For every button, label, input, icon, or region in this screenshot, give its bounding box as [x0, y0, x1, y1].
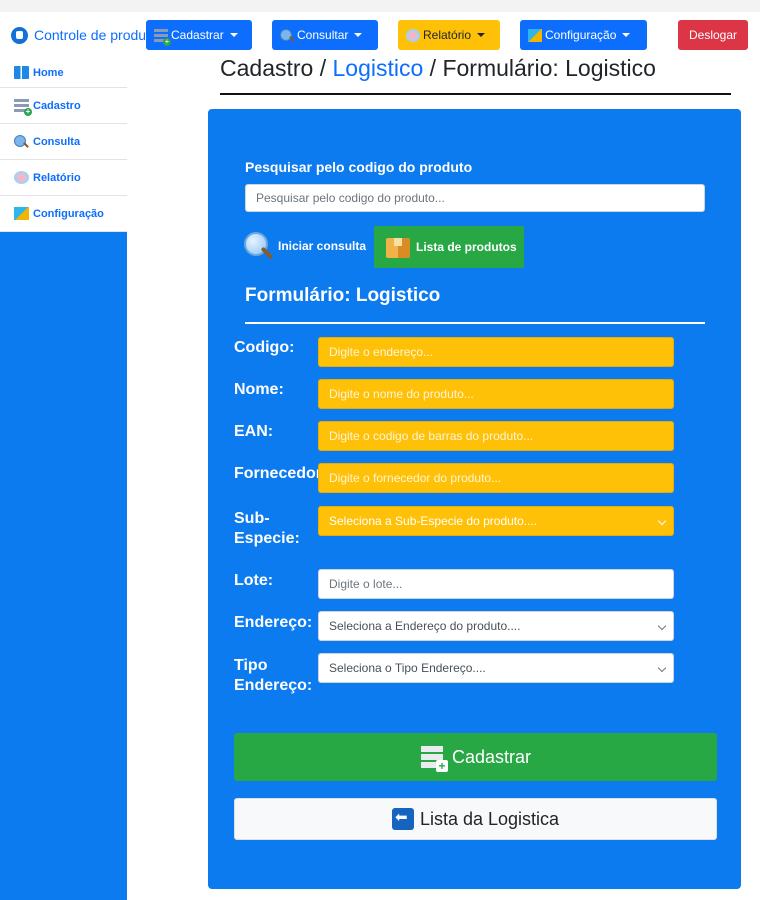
settings-icon — [528, 28, 542, 42]
configuracao-dropdown-button[interactable]: Configuração — [520, 20, 647, 50]
magnifier-icon — [14, 135, 29, 148]
caret-down-icon — [354, 33, 363, 37]
codigo-field[interactable]: Digite o endereço... — [318, 337, 674, 367]
logout-button[interactable]: Deslogar — [678, 20, 748, 50]
sidebar-item-label: Cadastro — [33, 99, 81, 112]
tipo-endereco-label-line: Tipo — [234, 657, 268, 674]
endereco-label: Endereço: — [234, 614, 313, 631]
product-list-button[interactable]: Lista de produtos — [374, 226, 524, 268]
sub-especie-label: Sub- Especie: — [234, 509, 300, 549]
configuracao-label: Configuração — [545, 28, 617, 42]
caret-down-icon — [477, 33, 486, 37]
back-arrow-icon — [391, 808, 414, 830]
settings-icon — [14, 207, 29, 220]
caret-down-icon — [229, 33, 238, 37]
cadastrar-dropdown-button[interactable]: Cadastrar — [146, 20, 252, 50]
breadcrumb-link-logistico[interactable]: Logistico — [333, 55, 424, 81]
cadastrar-label: Cadastrar — [171, 28, 224, 42]
consultar-dropdown-button[interactable]: Consultar — [272, 20, 378, 50]
title-divider — [220, 93, 731, 95]
form-title: Formulário: Logistico — [245, 285, 441, 306]
magnifier-icon — [243, 230, 275, 262]
lote-field[interactable]: Digite o lote... — [318, 569, 674, 599]
relatorio-label: Relatório — [423, 28, 472, 42]
breadcrumb: Cadastro / Logistico / Formulário: Logis… — [220, 55, 656, 82]
sidebar-item-label: Home — [33, 66, 64, 79]
sub-especie-label-line: Especie: — [234, 530, 300, 547]
cadastrar-submit-label: Cadastrar — [451, 746, 532, 767]
brand-title: Controle de produ — [34, 27, 145, 43]
box-logo-icon — [11, 26, 28, 44]
lista-logistica-button[interactable]: Lista da Logistica — [234, 798, 717, 840]
endereco-select[interactable]: Seleciona a Endereço do produto.... — [318, 611, 674, 641]
start-search-button[interactable]: Iniciar consulta — [243, 228, 366, 264]
sidebar-item-home[interactable]: Home — [0, 58, 127, 88]
product-list-label: Lista de produtos — [416, 240, 517, 254]
consultar-label: Consultar — [297, 28, 349, 42]
relatorio-dropdown-button[interactable]: Relatório — [398, 20, 500, 50]
sub-especie-label-line: Sub- — [234, 510, 270, 527]
magnifier-icon — [280, 28, 294, 42]
nome-field[interactable]: Digite o nome do produto... — [318, 379, 674, 409]
sidebar-item-label: Relatório — [33, 171, 81, 184]
sidebar-item-cadastro[interactable]: Cadastro — [0, 88, 127, 124]
lote-label: Lote: — [234, 572, 274, 589]
tipo-endereco-label-line: Endereço: — [234, 677, 313, 694]
tipo-endereco-select[interactable]: Seleciona o Tipo Endereço.... — [318, 653, 674, 683]
codigo-label: Codigo: — [234, 339, 295, 356]
sidebar-menu: Home Cadastro Consulta Relatório Configu… — [0, 58, 127, 232]
sidebar-item-configuracao[interactable]: Configuração — [0, 196, 127, 232]
cadastrar-submit-button[interactable]: Cadastrar — [234, 733, 717, 781]
browser-top-strip — [0, 0, 760, 12]
fornecedor-label: Fornecedor: — [234, 465, 318, 482]
sub-especie-select[interactable]: Seleciona a Sub-Especie do produto.... — [318, 506, 674, 536]
add-database-icon — [154, 28, 171, 46]
fornecedor-field[interactable]: Digite o fornecedor do produto... — [318, 463, 674, 493]
report-icon — [406, 28, 420, 42]
add-database-icon — [14, 99, 32, 116]
ean-field[interactable]: Digite o codigo de barras do produto... — [318, 421, 674, 451]
caret-down-icon — [622, 33, 631, 37]
breadcrumb-part: / Formulário: Logistico — [423, 55, 656, 81]
home-icon — [14, 66, 29, 79]
box-icon — [384, 233, 414, 261]
sidebar-item-label: Consulta — [33, 135, 81, 148]
tipo-endereco-label: Tipo Endereço: — [234, 656, 312, 696]
sidebar-item-relatorio[interactable]: Relatório — [0, 160, 127, 196]
ean-label: EAN: — [234, 423, 274, 440]
report-icon — [14, 171, 29, 184]
add-database-icon — [420, 742, 448, 772]
search-label: Pesquisar pelo codigo do produto — [245, 159, 473, 175]
sidebar-item-consulta[interactable]: Consulta — [0, 124, 127, 160]
start-search-label: Iniciar consulta — [278, 239, 367, 253]
nome-label: Nome: — [234, 381, 284, 398]
breadcrumb-part: Cadastro / — [220, 55, 333, 81]
sidebar-item-label: Configuração — [33, 207, 104, 220]
search-input[interactable] — [245, 184, 705, 212]
brand[interactable]: Controle de produ — [0, 12, 145, 58]
lista-logistica-label: Lista da Logistica — [419, 808, 560, 829]
form-divider — [245, 322, 705, 324]
